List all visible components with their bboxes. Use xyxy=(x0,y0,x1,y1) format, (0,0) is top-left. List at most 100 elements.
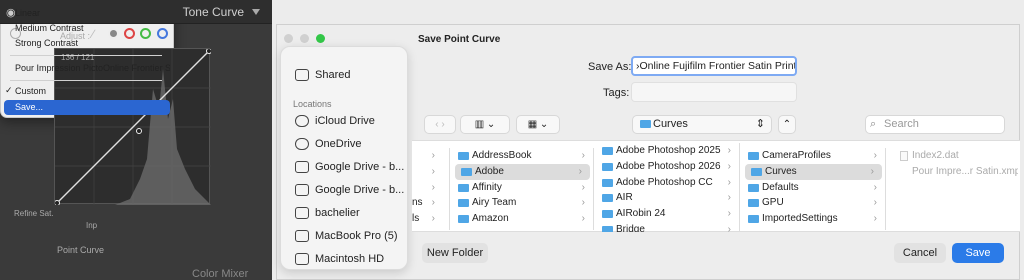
refine-saturation-label: Refine Sat. xyxy=(14,209,54,218)
folder-icon xyxy=(602,147,613,155)
save-as-input[interactable]: ›Online Fujifilm Frontier Satin Print.xm… xyxy=(631,56,797,76)
columns-view-icon: ▥ ⌄ xyxy=(474,119,496,130)
menu-item-medium-contrast[interactable]: Medium Contrast xyxy=(4,21,170,36)
list-item-selected[interactable]: Adobe › xyxy=(455,163,590,180)
point-curve-label: Point Curve xyxy=(57,245,105,255)
sidebar-item-macbook[interactable]: MacBook Pro (5) xyxy=(281,225,409,248)
chevron-up-icon: ⌃ xyxy=(782,119,792,130)
list-item[interactable]: ns › xyxy=(412,195,449,211)
folder-icon xyxy=(458,215,469,224)
list-item[interactable]: Bridge › xyxy=(596,222,739,232)
menu-item-custom[interactable]: Custom xyxy=(4,84,170,99)
input-label-partial: Inp xyxy=(86,221,98,230)
sidebar-item-onedrive[interactable]: OneDrive xyxy=(281,133,409,156)
collapse-button[interactable]: ⌃ xyxy=(778,115,796,134)
search-icon: ⌕ xyxy=(870,118,877,130)
sidebar-item-macintosh-hd[interactable]: Macintosh HD xyxy=(281,248,409,271)
close-window-icon[interactable] xyxy=(284,34,293,43)
collapse-triangle-icon[interactable] xyxy=(252,9,260,15)
folder-icon xyxy=(458,152,469,160)
cloud-icon xyxy=(295,115,309,127)
sidebar-label: iCloud Drive xyxy=(315,115,375,127)
list-item[interactable]: AddressBook › xyxy=(452,148,593,164)
location-label: Curves xyxy=(653,118,688,130)
folder-icon xyxy=(748,215,759,224)
sidebar-item-icloud[interactable]: iCloud Drive xyxy=(281,110,409,133)
cancel-button[interactable]: Cancel xyxy=(894,243,946,263)
home-icon xyxy=(295,207,309,219)
file-item[interactable]: Index2.dat xyxy=(888,148,1018,164)
panel-title: Tone Curve xyxy=(182,5,244,19)
list-item[interactable]: ImportedSettings › xyxy=(742,211,885,227)
zoom-window-icon[interactable] xyxy=(316,34,325,43)
menu-separator xyxy=(10,80,162,81)
group-button[interactable]: ▦ ⌄ xyxy=(516,115,560,134)
hard-drive-icon xyxy=(295,253,309,265)
dialog-title: Save Point Curve xyxy=(418,34,501,45)
color-mixer-label[interactable]: Color Mixer xyxy=(192,268,248,280)
item-label: Amazon xyxy=(472,213,509,225)
item-label: CameraProfiles xyxy=(762,150,831,161)
file-icon xyxy=(900,151,908,161)
sidebar-item-google-drive-1[interactable]: Google Drive - b... xyxy=(281,156,409,179)
sidebar-item-shared[interactable]: Shared xyxy=(281,64,409,87)
list-item-selected[interactable]: Curves › xyxy=(745,163,882,180)
item-label: ns xyxy=(412,197,423,209)
item-label: Bridge xyxy=(616,223,645,232)
list-item[interactable]: Affinity › xyxy=(452,180,593,196)
google-drive-icon xyxy=(295,184,309,196)
item-label: AddressBook xyxy=(472,150,532,161)
laptop-icon xyxy=(295,230,309,242)
item-label: Adobe xyxy=(475,165,504,177)
item-label: ImportedSettings xyxy=(762,213,838,225)
folder-icon xyxy=(461,167,472,176)
list-item[interactable]: AIRobin 24 › xyxy=(596,206,739,222)
item-label: AIR xyxy=(616,192,633,204)
sidebar-item-home[interactable]: bachelier xyxy=(281,202,409,225)
grid-icon: ▦ ⌄ xyxy=(527,119,549,130)
list-item[interactable]: › xyxy=(412,180,449,196)
finder-sidebar: Shared Locations iCloud Drive OneDrive G… xyxy=(280,46,408,270)
sidebar-label: bachelier xyxy=(315,207,360,219)
back-forward-buttons[interactable]: ‹ › xyxy=(424,115,456,134)
folder-icon xyxy=(748,183,759,192)
list-item[interactable]: Amazon › xyxy=(452,211,593,227)
sidebar-label: Google Drive - b... xyxy=(315,161,405,173)
menu-item-linear[interactable]: Linear xyxy=(4,6,170,21)
minimize-window-icon[interactable] xyxy=(300,34,309,43)
save-button[interactable]: Save xyxy=(952,243,1004,263)
tags-input[interactable] xyxy=(631,82,797,102)
google-drive-icon xyxy=(295,161,309,173)
list-item[interactable]: › xyxy=(412,148,449,164)
new-folder-button[interactable]: New Folder xyxy=(422,243,488,263)
list-item[interactable]: ls › xyxy=(412,211,449,227)
browser-column-2: Adobe Photoshop 2025 › Adobe Photoshop 20… xyxy=(596,143,740,232)
sidebar-item-google-drive-2[interactable]: Google Drive - b... xyxy=(281,179,409,202)
browser-column-3: CameraProfiles › Curves › Defaults › GPU › I… xyxy=(742,148,886,230)
folder-icon xyxy=(458,199,469,208)
folder-icon xyxy=(602,162,613,171)
list-item[interactable]: Airy Team › xyxy=(452,195,593,211)
item-label: AIRobin 24 xyxy=(616,208,666,220)
menu-item-save[interactable]: Save... xyxy=(4,100,170,115)
list-item[interactable]: Adobe Photoshop CC › xyxy=(596,175,739,191)
view-columns-button[interactable]: ▥ ⌄ xyxy=(460,115,510,134)
item-label: Adobe Photoshop 2025 xyxy=(616,145,721,156)
folder-icon xyxy=(458,183,469,192)
list-item[interactable]: Adobe Photoshop 2025 › xyxy=(596,143,739,159)
menu-item-pour-impression[interactable]: Pour Impression PictoOnline Frontier Sat… xyxy=(4,61,170,76)
list-item[interactable]: GPU › xyxy=(742,195,885,211)
menu-item-strong-contrast[interactable]: Strong Contrast xyxy=(4,36,170,51)
item-label: Airy Team xyxy=(472,197,517,209)
search-field[interactable]: ⌕ Search xyxy=(865,115,1005,134)
browser-column-4: Index2.dat Pour Impre...r Satin.xmp xyxy=(888,148,1018,230)
location-popup[interactable]: Curves ⇕ xyxy=(632,115,772,134)
folder-icon xyxy=(602,194,613,203)
list-item[interactable]: AIR › xyxy=(596,190,739,206)
list-item[interactable]: › xyxy=(412,164,449,180)
list-item[interactable]: Adobe Photoshop 2026 › xyxy=(596,159,739,175)
list-item[interactable]: CameraProfiles › xyxy=(742,148,885,164)
menu-separator xyxy=(10,55,162,56)
file-item[interactable]: Pour Impre...r Satin.xmp xyxy=(888,164,1018,180)
list-item[interactable]: Defaults › xyxy=(742,180,885,196)
